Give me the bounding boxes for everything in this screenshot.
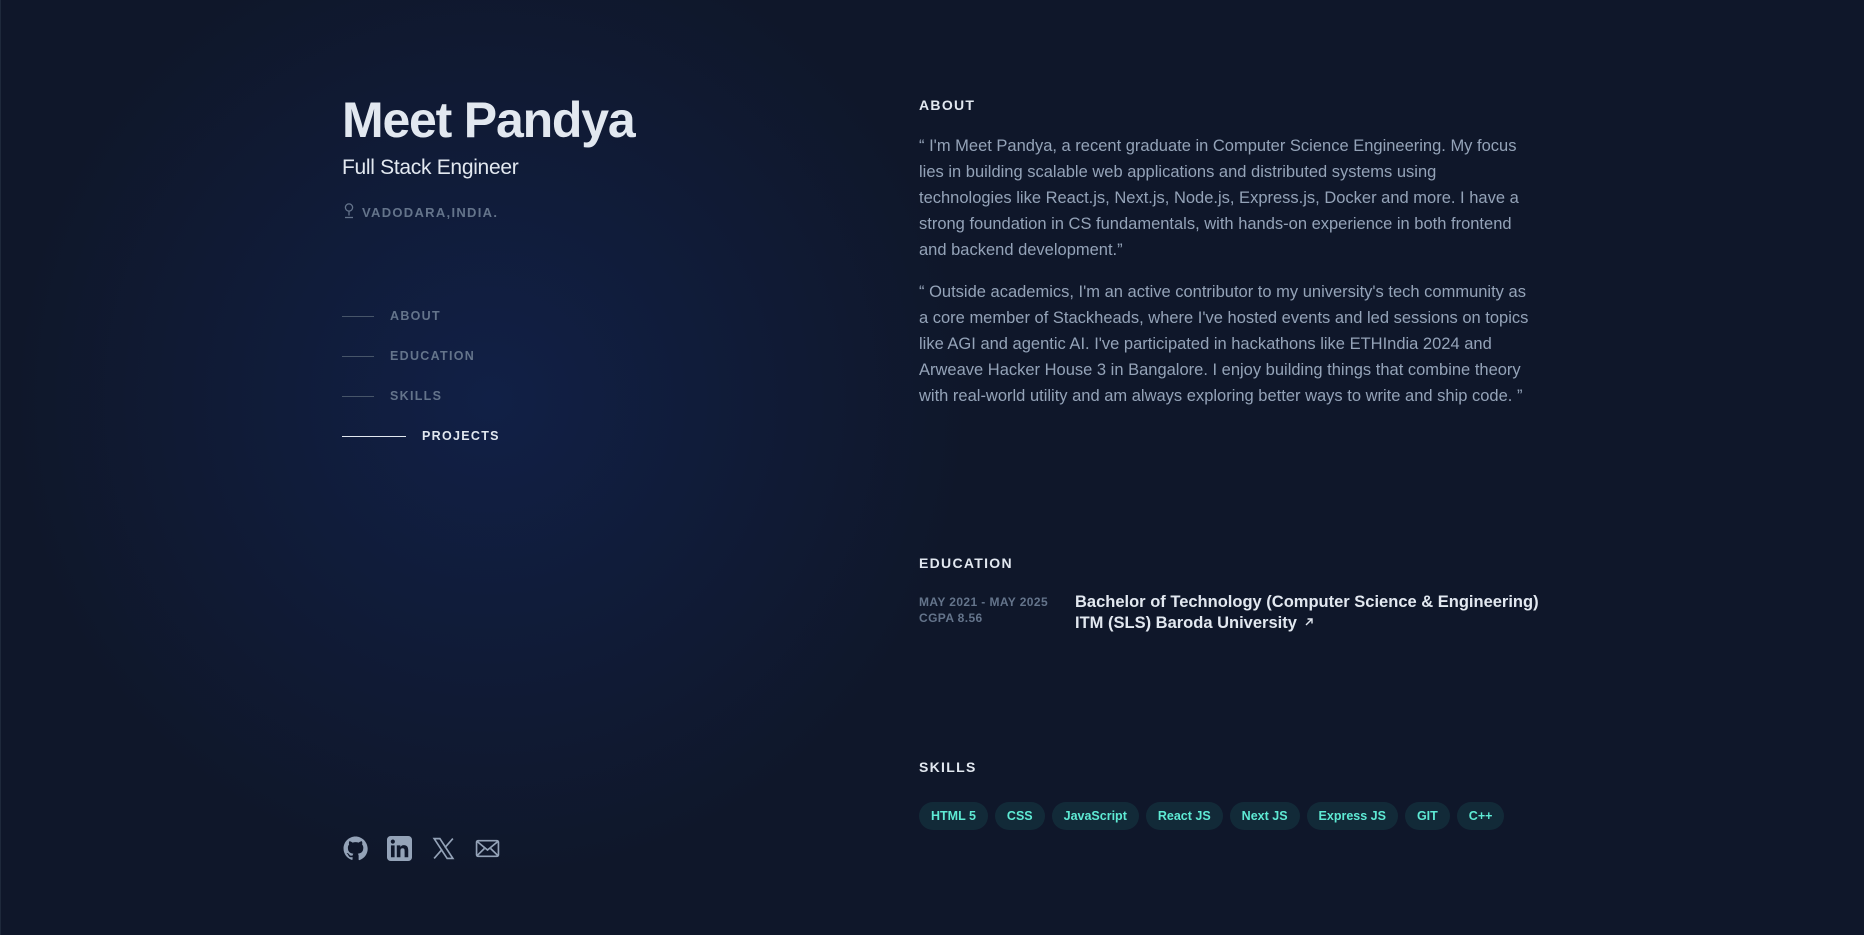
nav-indicator	[342, 315, 374, 317]
profile-header: Meet Pandya Full Stack Engineer VADODARA…	[342, 90, 762, 222]
about-paragraph: “ Outside academics, I'm an active contr…	[919, 283, 1529, 405]
nav-item-label: ABOUT	[390, 309, 441, 323]
github-icon[interactable]	[343, 836, 368, 861]
nav-item-projects[interactable]: PROJECTS	[342, 416, 500, 456]
skills-heading: SKILLS	[919, 759, 977, 775]
profile-role: Full Stack Engineer	[342, 156, 519, 179]
education-cgpa: CGPA 8.56	[919, 611, 983, 625]
location-text: VADODARA,INDIA.	[362, 204, 499, 220]
location-pin-icon	[342, 202, 356, 222]
external-link-arrow-icon	[1303, 612, 1315, 633]
skill-tag: Next JS	[1229, 802, 1300, 830]
skill-tag: CSS	[994, 802, 1045, 830]
profile-name: Meet Pandya	[342, 92, 636, 148]
skill-tag: Express JS	[1306, 802, 1398, 830]
x-icon[interactable]	[431, 836, 456, 861]
skill-tag: JavaScript	[1051, 802, 1139, 830]
education-meta: MAY 2021 - MAY 2025 CGPA 8.56	[919, 592, 1075, 633]
nav-item-label: SKILLS	[390, 389, 443, 403]
university-name: ITM (SLS) Baroda University	[1075, 613, 1297, 632]
education-details: Bachelor of Technology (Computer Science…	[1075, 592, 1539, 633]
nav-item-label: EDUCATION	[390, 349, 476, 363]
location: VADODARA,INDIA.	[342, 202, 762, 222]
education-degree: Bachelor of Technology (Computer Science…	[1075, 593, 1539, 611]
section-nav: ABOUT EDUCATION SKILLS PROJECTS	[342, 296, 500, 456]
nav-indicator	[342, 395, 374, 397]
skill-tag: C++	[1456, 802, 1505, 830]
education-heading: EDUCATION	[919, 555, 1013, 571]
education-dates: MAY 2021 - MAY 2025	[919, 595, 1049, 609]
skills-tag-list: HTML 5 CSS JavaScript React JS Next JS E…	[919, 802, 1505, 830]
social-links	[343, 836, 500, 861]
skill-tag: React JS	[1145, 802, 1223, 830]
nav-indicator	[342, 435, 406, 437]
nav-indicator	[342, 355, 374, 357]
university-link[interactable]: ITM (SLS) Baroda University	[1075, 612, 1315, 633]
portfolio-page: Meet Pandya Full Stack Engineer VADODARA…	[0, 0, 1864, 935]
nav-item-skills[interactable]: SKILLS	[342, 376, 500, 416]
nav-item-label: PROJECTS	[422, 429, 500, 443]
skill-tag: HTML 5	[919, 802, 988, 830]
about-paragraph: “ I'm Meet Pandya, a recent graduate in …	[919, 137, 1519, 259]
skill-tag: GIT	[1404, 802, 1450, 830]
nav-item-about[interactable]: ABOUT	[342, 296, 500, 336]
linkedin-icon[interactable]	[387, 836, 412, 861]
nav-item-education[interactable]: EDUCATION	[342, 336, 500, 376]
education-entry: MAY 2021 - MAY 2025 CGPA 8.56 Bachelor o…	[919, 592, 1539, 633]
about-heading: ABOUT	[919, 97, 976, 113]
mail-icon[interactable]	[475, 836, 500, 861]
